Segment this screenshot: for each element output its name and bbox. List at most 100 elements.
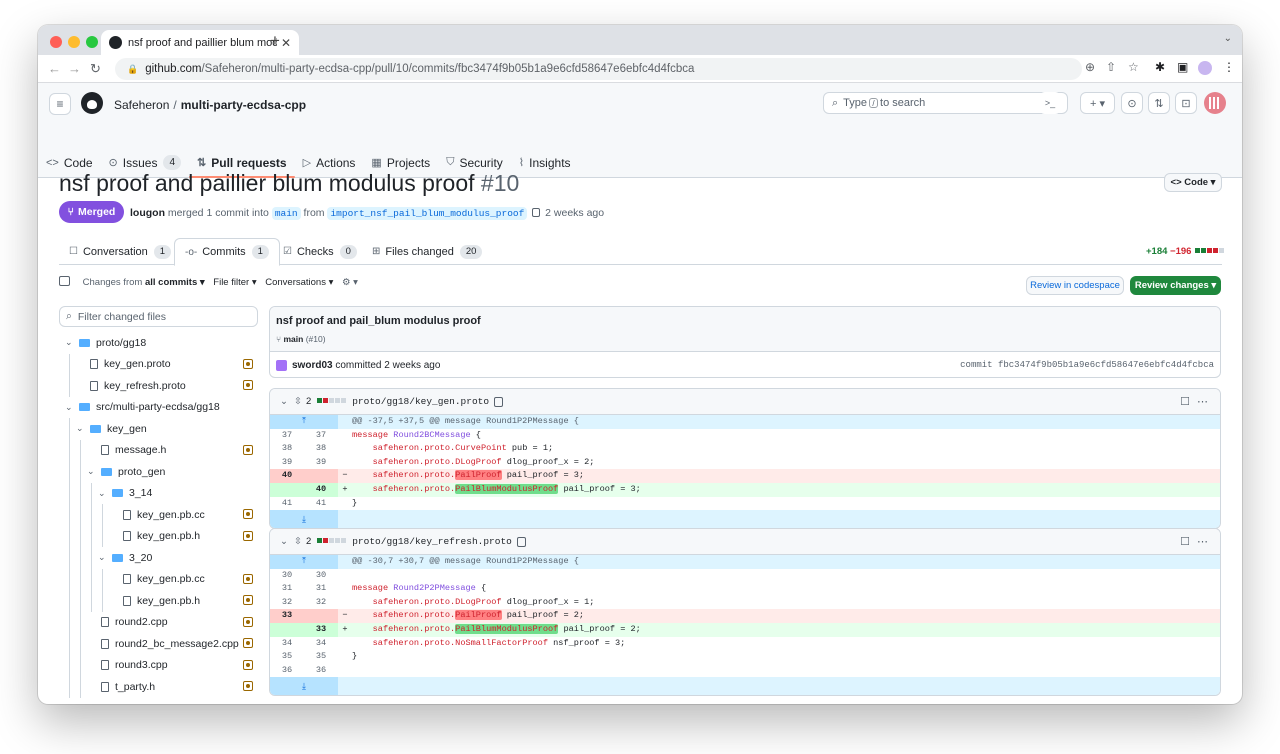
install-icon[interactable]: ⊕ (1085, 60, 1095, 74)
old-line-number[interactable]: 41 (270, 497, 304, 511)
old-line-number[interactable]: 37 (270, 429, 304, 443)
conversations-dropdown[interactable]: Conversations ▾ (265, 277, 333, 288)
author-avatar[interactable] (276, 359, 287, 371)
minimize-window-button[interactable] (68, 36, 80, 48)
review-in-codespace-button[interactable]: Review in codespace (1026, 276, 1124, 295)
old-line-number[interactable]: 31 (270, 582, 304, 596)
tree-file[interactable]: t_party.h (59, 676, 264, 698)
tree-file[interactable]: key_gen.pb.h (59, 590, 264, 612)
tree-file[interactable]: key_gen.pb.cc (59, 568, 264, 590)
new-line-number[interactable]: 34 (304, 637, 338, 651)
new-tab-plus-icon[interactable]: + (270, 31, 280, 51)
chevron-down-icon[interactable]: ⌄ (65, 337, 75, 348)
new-line-number[interactable]: 40 (304, 482, 338, 497)
old-line-number[interactable] (270, 482, 304, 497)
tree-file[interactable]: key_refresh.proto (59, 375, 264, 397)
expand-down-icon[interactable]: ⤓ (270, 510, 338, 529)
new-line-number[interactable]: 39 (304, 456, 338, 470)
new-line-number[interactable] (304, 609, 338, 623)
expand-icon[interactable]: ⇳ (294, 396, 302, 407)
tab-commits[interactable]: -o- Commits 1 (174, 238, 280, 266)
copy-icon[interactable] (494, 396, 504, 407)
file-path[interactable]: proto/gg18/key_refresh.proto (352, 536, 512, 547)
copy-icon[interactable] (516, 536, 526, 547)
tree-folder[interactable]: ⌄ 3_20 (59, 547, 264, 569)
old-line-number[interactable]: 40 (270, 469, 304, 483)
chevron-down-icon[interactable]: ⌄ (98, 488, 108, 499)
file-actions-icon[interactable]: ☐ ⋯ (1180, 535, 1210, 548)
file-actions-icon[interactable]: ☐ ⋯ (1180, 395, 1210, 408)
back-arrow-icon[interactable]: ← (48, 61, 61, 76)
head-branch[interactable]: import_nsf_pail_blum_modulus_proof (327, 207, 528, 220)
tree-file[interactable]: key_gen.pb.h (59, 525, 264, 547)
tree-file[interactable]: round2.cpp (59, 611, 264, 633)
chevron-down-icon[interactable]: ⌄ (87, 466, 97, 477)
old-line-number[interactable] (270, 622, 304, 637)
repo-link[interactable]: multi-party-ecdsa-cpp (181, 98, 306, 112)
old-line-number[interactable]: 34 (270, 637, 304, 651)
code-dropdown-button[interactable]: <> Code ▾ (1164, 173, 1222, 192)
hamburger-menu-icon[interactable]: ≡ (49, 93, 71, 115)
tree-folder[interactable]: ⌄ proto/gg18 (59, 332, 264, 354)
commit-sha[interactable]: commit fbc3474f9b05b1a9e6cfd58647e6ebfc4… (960, 360, 1214, 370)
expand-up-icon[interactable]: ⤒ (270, 555, 338, 569)
zoom-window-button[interactable] (86, 36, 98, 48)
tab-conversation[interactable]: ☐ Conversation 1 (69, 238, 172, 265)
search-input[interactable]: ⌕ Type / to search (823, 92, 1068, 114)
tab-close-icon[interactable]: ✕ (281, 36, 291, 50)
forward-arrow-icon[interactable]: → (68, 61, 81, 76)
address-bar[interactable]: 🔒 github.com/Safeheron/multi-party-ecdsa… (115, 58, 1082, 80)
pull-requests-icon[interactable]: ⇅ (1148, 92, 1170, 114)
expand-down-icon[interactable]: ⤓ (270, 677, 338, 696)
owner-link[interactable]: Safeheron (114, 98, 169, 112)
new-line-number[interactable]: 37 (304, 429, 338, 443)
new-line-number[interactable]: 35 (304, 650, 338, 664)
tab-search-chevron-icon[interactable]: ⌄ (1224, 33, 1232, 44)
old-line-number[interactable]: 30 (270, 569, 304, 583)
chevron-down-icon[interactable]: ⌄ (280, 396, 288, 407)
file-filter-dropdown[interactable]: File filter ▾ (213, 277, 256, 288)
tree-file[interactable]: round2_bc_message2.cpp (59, 633, 264, 655)
old-line-number[interactable]: 39 (270, 456, 304, 470)
user-avatar[interactable] (1204, 92, 1226, 114)
filter-files-input[interactable]: ⌕ Filter changed files (59, 306, 258, 327)
issues-icon[interactable]: ⊙ (1121, 92, 1143, 114)
profile-avatar[interactable] (1198, 61, 1212, 75)
commit-branch-name[interactable]: main (283, 334, 303, 344)
share-icon[interactable]: ⇧ (1106, 60, 1116, 74)
expand-icon[interactable]: ⇳ (294, 536, 302, 547)
old-line-number[interactable]: 36 (270, 664, 304, 678)
tree-file[interactable]: round3.cpp (59, 654, 264, 676)
side-panel-icon[interactable]: ▣ (1177, 60, 1188, 74)
chevron-down-icon[interactable]: ⌄ (76, 423, 86, 434)
tree-file[interactable]: key_gen.proto (59, 353, 264, 375)
tree-file[interactable]: message.h (59, 439, 264, 461)
new-line-number[interactable]: 32 (304, 596, 338, 610)
new-line-number[interactable]: 38 (304, 442, 338, 456)
bookmark-star-icon[interactable]: ☆ (1128, 60, 1139, 74)
file-tree-toggle-icon[interactable] (59, 276, 70, 286)
tree-folder[interactable]: ⌄ proto_gen (59, 461, 264, 483)
chevron-down-icon[interactable]: ⌄ (98, 552, 108, 563)
reload-icon[interactable]: ↻ (90, 61, 101, 77)
chevron-down-icon[interactable]: ⌄ (280, 536, 288, 547)
browser-menu-icon[interactable]: ⋮ (1223, 60, 1235, 74)
new-line-number[interactable]: 30 (304, 569, 338, 583)
review-changes-button[interactable]: Review changes ▾ (1130, 276, 1221, 295)
old-line-number[interactable]: 33 (270, 609, 304, 623)
new-line-number[interactable]: 31 (304, 582, 338, 596)
github-logo-icon[interactable] (81, 92, 103, 114)
create-new-button[interactable]: + ▾ (1080, 92, 1115, 114)
commit-range-dropdown[interactable]: all commits ▾ (145, 277, 205, 288)
old-line-number[interactable]: 38 (270, 442, 304, 456)
commit-branch-ref[interactable]: (#10) (306, 334, 326, 344)
old-line-number[interactable]: 32 (270, 596, 304, 610)
close-window-button[interactable] (50, 36, 62, 48)
diff-settings-gear-icon[interactable]: ⚙ ▾ (342, 277, 358, 288)
file-path[interactable]: proto/gg18/key_gen.proto (352, 396, 489, 407)
tree-folder[interactable]: ⌄ key_gen (59, 418, 264, 440)
tree-file[interactable]: key_gen.pb.cc (59, 504, 264, 526)
extensions-puzzle-icon[interactable]: ✱ (1155, 60, 1165, 74)
commit-author[interactable]: sword03 (292, 360, 333, 371)
base-branch[interactable]: main (271, 207, 301, 220)
